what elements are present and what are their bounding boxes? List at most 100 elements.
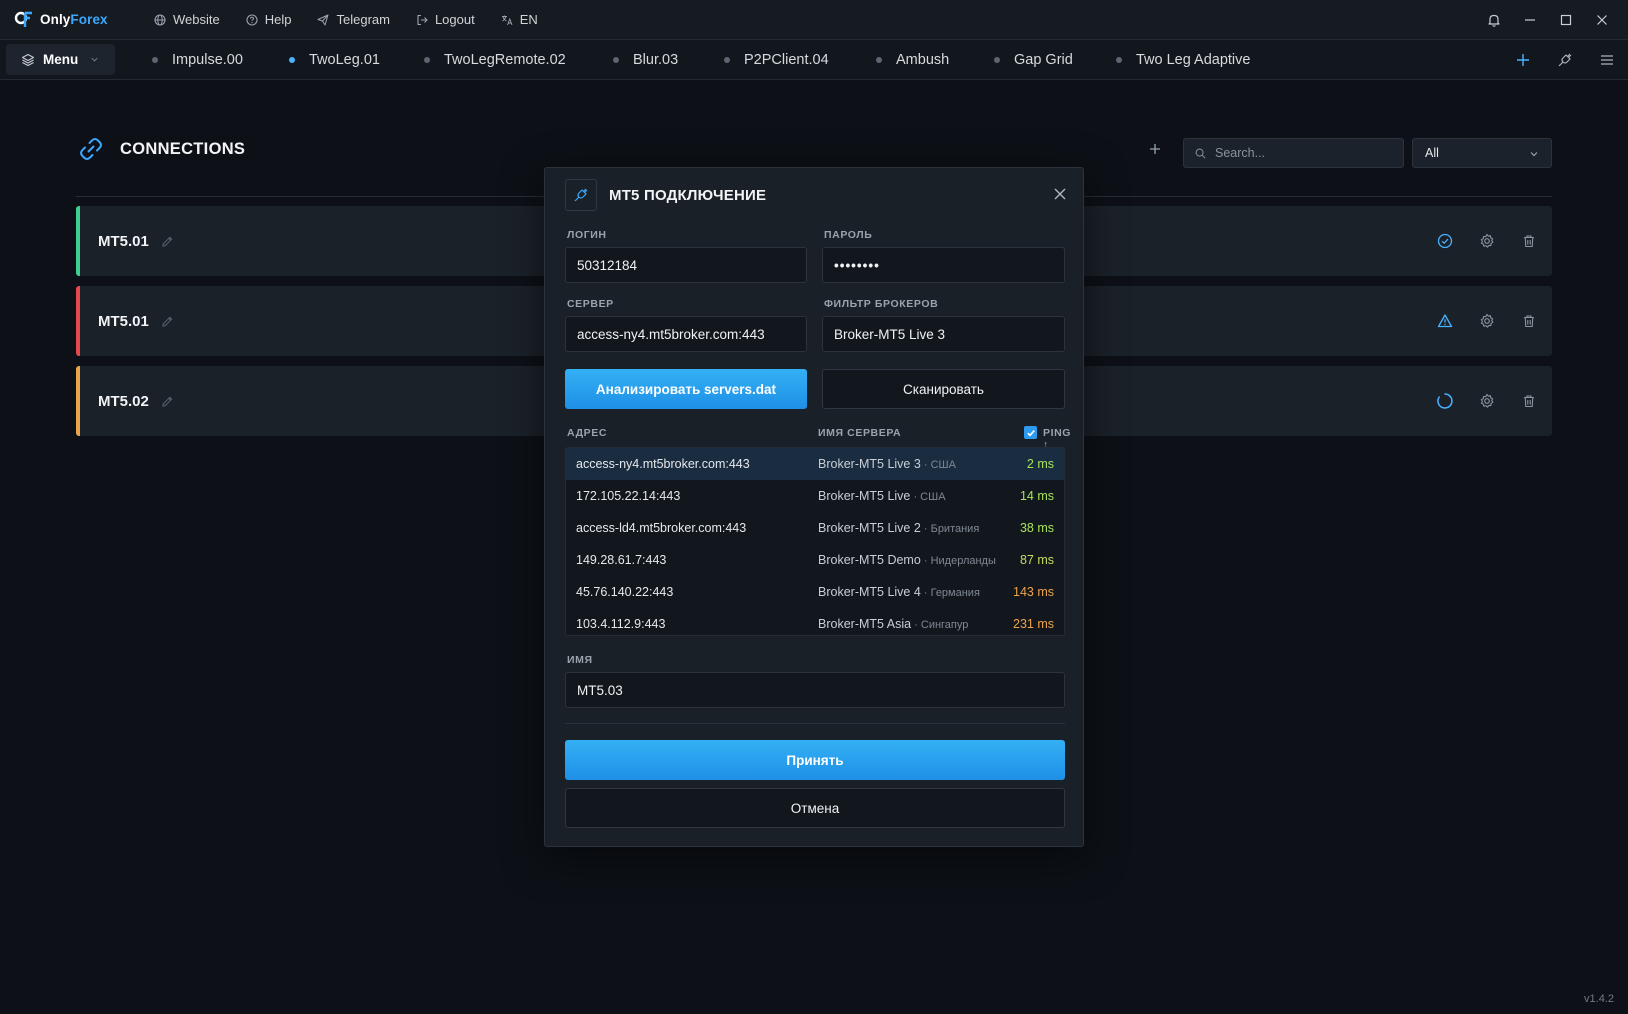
delete-button[interactable]: [1508, 301, 1550, 341]
tab-label: Gap Grid: [1014, 52, 1073, 68]
server-name: Broker-MT5 Live 2 · Британия: [818, 521, 980, 535]
connections-button[interactable]: [1544, 40, 1586, 80]
tab-label: Impulse.00: [172, 52, 243, 68]
minimize-button[interactable]: [1512, 0, 1548, 40]
tab-blur[interactable]: Blur.03: [613, 40, 678, 80]
broker-filter-field[interactable]: [822, 316, 1065, 352]
menu-button[interactable]: Menu: [6, 44, 115, 75]
edit-pencil-icon[interactable]: [161, 235, 174, 248]
server-row[interactable]: 172.105.22.14:443 Broker-MT5 Live · США …: [566, 480, 1064, 512]
trash-icon: [1522, 314, 1536, 328]
server-address: access-ny4.mt5broker.com:443: [576, 457, 750, 471]
name-input[interactable]: [577, 682, 1064, 698]
server-ping: 14 ms: [1019, 489, 1054, 503]
cancel-button[interactable]: Отмена: [565, 788, 1065, 828]
tab-p2pclient[interactable]: P2PClient.04: [724, 40, 829, 80]
edit-pencil-icon[interactable]: [161, 395, 174, 408]
add-connection-button[interactable]: [1148, 142, 1162, 156]
scan-button[interactable]: Сканировать: [822, 369, 1065, 409]
status-warning-button[interactable]: [1424, 301, 1466, 341]
trash-icon: [1522, 394, 1536, 408]
search-field[interactable]: [1183, 138, 1404, 168]
logout-link[interactable]: Logout: [416, 12, 475, 27]
server-country: США: [930, 459, 956, 471]
app-logo: OnlyForex: [14, 10, 134, 30]
password-field[interactable]: [822, 247, 1065, 283]
tabs-actions: [1502, 40, 1628, 80]
brand-name: OnlyForex: [40, 12, 108, 27]
close-icon: [1596, 14, 1608, 26]
telegram-link[interactable]: Telegram: [317, 12, 390, 27]
server-ping: 231 ms: [1013, 617, 1054, 631]
server-ping: 2 ms: [1026, 457, 1054, 471]
tab-status-dot: [424, 57, 430, 63]
connection-name: MT5.01: [98, 232, 149, 250]
gear-icon: [1479, 393, 1495, 409]
server-ping: 143 ms: [1013, 585, 1054, 599]
broker-filter-input[interactable]: [834, 326, 1064, 342]
help-link[interactable]: Help: [246, 12, 291, 27]
ping-sort-checkbox[interactable]: [1024, 426, 1037, 439]
row-actions: [1424, 366, 1550, 436]
delete-button[interactable]: [1508, 381, 1550, 421]
server-row[interactable]: access-ld4.mt5broker.com:443 Broker-MT5 …: [566, 512, 1064, 544]
server-row[interactable]: 45.76.140.22:443 Broker-MT5 Live 4 · Гер…: [566, 576, 1064, 608]
trash-icon: [1522, 234, 1536, 248]
close-dialog-button[interactable]: [1053, 187, 1067, 201]
connections-header: CONNECTIONS: [76, 134, 245, 164]
chevron-down-icon: [1529, 149, 1539, 159]
check-circle-icon: [1437, 233, 1453, 249]
maximize-button[interactable]: [1548, 0, 1584, 40]
server-row[interactable]: 149.28.61.7:443 Broker-MT5 Demo · Нидерл…: [566, 544, 1064, 576]
server-address: 103.4.112.9:443: [576, 617, 666, 631]
settings-button[interactable]: [1466, 301, 1508, 341]
tab-ambush[interactable]: Ambush: [876, 40, 949, 80]
server-row[interactable]: access-ny4.mt5broker.com:443 Broker-MT5 …: [566, 448, 1064, 480]
server-list: access-ny4.mt5broker.com:443 Broker-MT5 …: [565, 447, 1065, 636]
status-connected-button[interactable]: [1424, 221, 1466, 261]
settings-button[interactable]: [1466, 381, 1508, 421]
login-input[interactable]: [577, 257, 806, 273]
logo-icon: [14, 10, 34, 30]
tabs-bar: Menu Impulse.00 TwoLeg.01 TwoLegRemote.0…: [0, 40, 1628, 80]
language-label: EN: [519, 12, 538, 27]
login-field[interactable]: [565, 247, 807, 283]
password-input[interactable]: [834, 257, 1064, 273]
server-field[interactable]: [565, 316, 807, 352]
server-country: Сингапур: [920, 619, 969, 631]
filter-dropdown[interactable]: All: [1412, 138, 1552, 168]
settings-button[interactable]: [1466, 221, 1508, 261]
server-input[interactable]: [577, 326, 806, 342]
name-field[interactable]: [565, 672, 1065, 708]
tab-status-dot: [994, 57, 1000, 63]
close-window-button[interactable]: [1584, 0, 1620, 40]
tab-gap-grid[interactable]: Gap Grid: [994, 40, 1073, 80]
row-actions: [1424, 206, 1550, 276]
add-tab-button[interactable]: [1502, 40, 1544, 80]
tab-status-dot: [724, 57, 730, 63]
tab-status-dot: [613, 57, 619, 63]
tab-impulse[interactable]: Impulse.00: [152, 40, 243, 80]
tab-twolegremote[interactable]: TwoLegRemote.02: [424, 40, 566, 80]
edit-pencil-icon[interactable]: [161, 315, 174, 328]
dialog-title: MT5 ПОДКЛЮЧЕНИЕ: [609, 186, 767, 204]
server-country: Британия: [930, 523, 980, 535]
hamburger-menu-button[interactable]: [1586, 40, 1628, 80]
globe-icon: [154, 13, 166, 26]
notifications-bell-button[interactable]: [1476, 0, 1512, 40]
search-input[interactable]: [1215, 146, 1385, 160]
website-link[interactable]: Website: [154, 12, 220, 27]
dialog-divider: [565, 723, 1065, 724]
tab-two-leg-adaptive[interactable]: Two Leg Adaptive: [1116, 40, 1250, 80]
tab-twoleg[interactable]: TwoLeg.01: [289, 40, 380, 80]
server-row[interactable]: 103.4.112.9:443 Broker-MT5 Asia · Сингап…: [566, 608, 1064, 635]
login-label: ЛОГИН: [567, 229, 607, 241]
analyze-servers-button[interactable]: Анализировать servers.dat: [565, 369, 807, 409]
tab-status-dot: [152, 57, 158, 63]
accept-button[interactable]: Принять: [565, 740, 1065, 780]
status-loading-button[interactable]: [1424, 381, 1466, 421]
language-switch[interactable]: EN: [501, 12, 538, 27]
delete-button[interactable]: [1508, 221, 1550, 261]
server-address: access-ld4.mt5broker.com:443: [576, 521, 747, 535]
column-header-server-name: ИМЯ СЕРВЕРА: [818, 427, 902, 439]
